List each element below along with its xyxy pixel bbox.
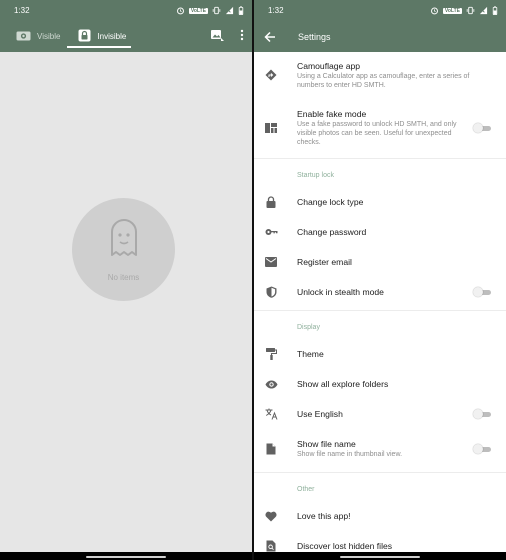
directions-icon (264, 68, 278, 82)
empty-state: No items (72, 198, 175, 301)
translate-icon (264, 407, 278, 421)
home-gesture-pill[interactable] (340, 556, 420, 558)
home-gesture-pill[interactable] (86, 556, 166, 558)
vibrate-icon (212, 6, 221, 15)
english-toggle[interactable] (473, 409, 492, 419)
setting-change-lock-type[interactable]: Change lock type (254, 187, 506, 217)
vault-toolbar: Visible Invisible (0, 21, 252, 52)
paint-roller-icon (264, 347, 278, 361)
setting-subtitle: Using a Calculator app as camouflage, en… (297, 72, 470, 89)
volte-badge: VoLTE (442, 7, 462, 14)
page-title: Settings (298, 31, 331, 42)
setting-title: Enable fake mode (297, 109, 367, 119)
stealth-toggle[interactable] (473, 287, 492, 297)
tab-visible[interactable]: Visible (10, 21, 66, 52)
shield-icon (264, 285, 278, 299)
settings-toolbar: Settings (254, 21, 506, 52)
setting-fake-mode[interactable]: Enable fake mode Use a fake password to … (254, 98, 506, 158)
file-icon (264, 442, 278, 456)
setting-use-english[interactable]: Use English (254, 399, 506, 429)
heart-icon (264, 509, 278, 523)
back-arrow-icon[interactable] (264, 31, 276, 43)
setting-register-email[interactable]: Register email (254, 247, 506, 277)
setting-subtitle: Show file name in thumbnail view. (297, 451, 403, 458)
setting-subtitle: Use a fake password to unlock HD SMTH, a… (297, 121, 457, 146)
setting-title: Register email (297, 257, 352, 267)
system-nav-bar (254, 552, 506, 560)
email-icon (264, 255, 278, 269)
setting-title: Change password (297, 227, 367, 237)
setting-title: Love this app! (297, 511, 351, 521)
setting-title: Discover lost hidden files (297, 541, 393, 551)
setting-title: Show file name (297, 439, 356, 449)
lock-icon (78, 29, 91, 44)
active-tab-indicator (67, 46, 131, 48)
setting-theme[interactable]: Theme (254, 339, 506, 369)
key-icon (264, 225, 278, 239)
setting-title: Show all explore folders (297, 379, 389, 389)
status-bar: 1:32 VoLTE (254, 0, 506, 21)
setting-camouflage-app[interactable]: Camouflage app Using a Calculator app as… (254, 52, 506, 98)
lock-icon (264, 195, 278, 209)
volte-badge: VoLTE (188, 7, 208, 14)
tab-visible-label: Visible (37, 32, 61, 41)
alarm-icon (176, 6, 185, 15)
setting-unlock-stealth[interactable]: Unlock in stealth mode (254, 277, 506, 307)
eye-icon (264, 377, 278, 391)
setting-title: Camouflage app (297, 60, 361, 71)
file-name-toggle[interactable] (473, 444, 492, 454)
eye-icon (16, 30, 31, 44)
fake-mode-toggle[interactable] (473, 123, 492, 133)
settings-list: Camouflage app Using a Calculator app as… (254, 52, 506, 552)
battery-icon (492, 6, 498, 15)
status-bar: 1:32 VoLTE (0, 0, 252, 21)
empty-state-area: No items (0, 52, 252, 552)
settings-screen: 1:32 VoLTE Settings Camouflage app Using… (254, 0, 506, 560)
alarm-icon (430, 6, 439, 15)
section-header-display: Display (297, 324, 320, 331)
ghost-icon (109, 218, 139, 263)
vault-screen: 1:32 VoLTE Visible Invisible No items (0, 0, 252, 560)
battery-icon (238, 6, 244, 15)
more-options-icon[interactable] (240, 28, 244, 46)
signal-icon (225, 6, 234, 15)
section-header-other: Other (297, 486, 315, 493)
file-search-icon (264, 539, 278, 552)
setting-title: Unlock in stealth mode (297, 287, 384, 297)
dashboard-icon (264, 121, 278, 135)
image-picker-icon[interactable] (210, 28, 224, 46)
tab-invisible-label: Invisible (97, 32, 127, 41)
setting-title: Change lock type (297, 197, 364, 207)
setting-title: Theme (297, 349, 324, 359)
setting-change-password[interactable]: Change password (254, 217, 506, 247)
setting-title: Use English (297, 409, 343, 419)
system-nav-bar (0, 552, 252, 560)
setting-love-app[interactable]: Love this app! (254, 501, 506, 531)
status-time: 1:32 (268, 6, 284, 15)
setting-show-file-name[interactable]: Show file name Show file name in thumbna… (254, 429, 506, 469)
signal-icon (479, 6, 488, 15)
setting-discover-hidden-files[interactable]: Discover lost hidden files (254, 531, 506, 552)
empty-state-text: No items (107, 272, 140, 282)
status-time: 1:32 (14, 6, 30, 15)
setting-show-explore-folders[interactable]: Show all explore folders (254, 369, 506, 399)
vibrate-icon (466, 6, 475, 15)
section-header-startup: Startup lock (297, 172, 334, 179)
